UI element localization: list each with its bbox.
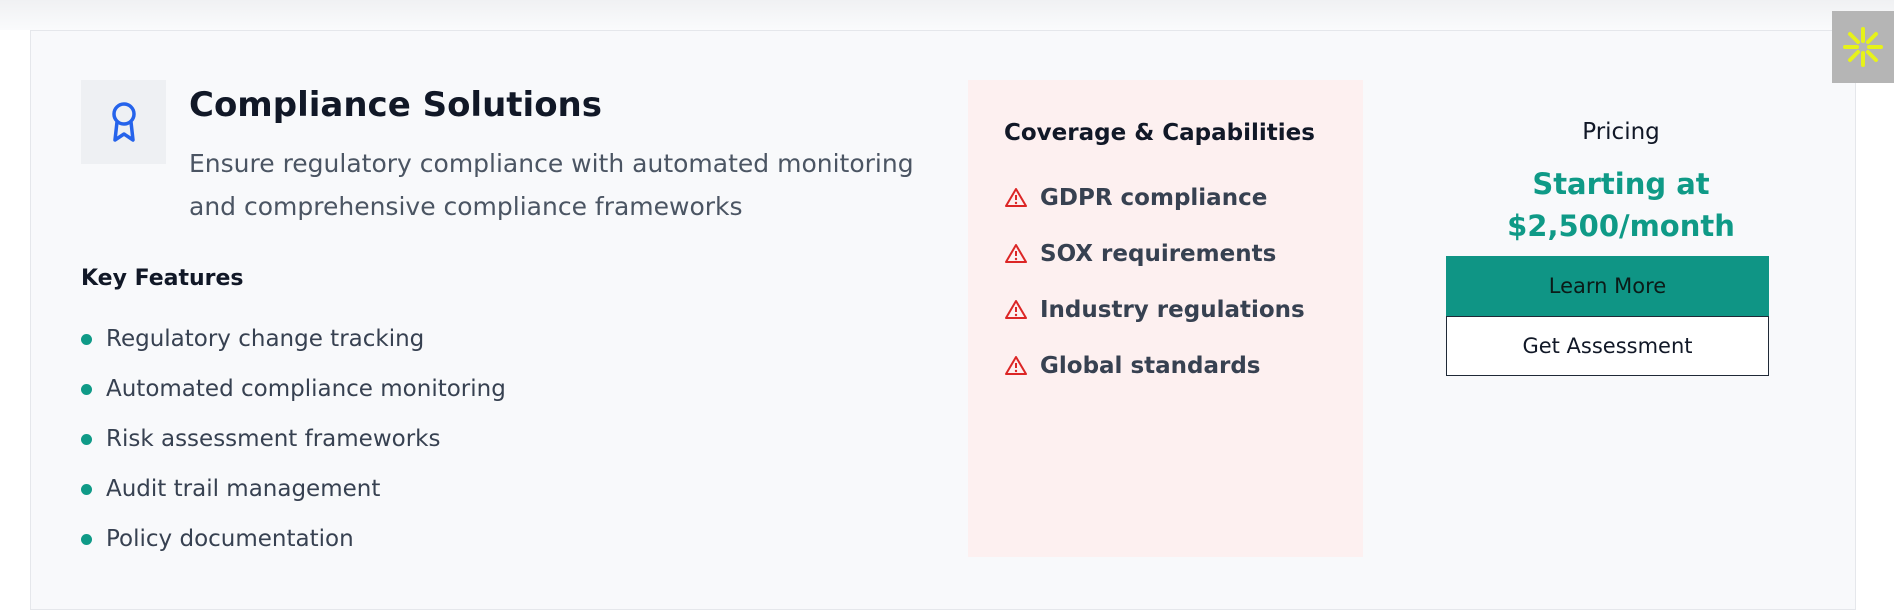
feature-label: Regulatory change tracking: [106, 326, 425, 352]
coverage-heading: Coverage & Capabilities: [1004, 120, 1315, 146]
coverage-item: GDPR compliance: [1004, 170, 1327, 226]
price-text: Starting at $2,500/month: [1431, 163, 1811, 247]
coverage-list: GDPR compliance SOX requirements Industr…: [1004, 170, 1327, 394]
warning-triangle-icon: [1005, 300, 1027, 319]
coverage-item: Global standards: [1004, 338, 1327, 394]
bullet-dot: [81, 433, 92, 445]
solution-title: Compliance Solutions: [189, 85, 602, 125]
feature-item: Policy documentation: [81, 514, 506, 564]
coverage-label: Industry regulations: [1040, 297, 1305, 323]
feature-label: Policy documentation: [106, 526, 354, 552]
solution-description: Ensure regulatory compliance with automa…: [189, 149, 914, 221]
key-features-list: Regulatory change tracking Automated com…: [81, 314, 506, 564]
pricing-section: Pricing Starting at $2,500/month: [1431, 119, 1811, 247]
feature-label: Automated compliance monitoring: [106, 376, 506, 402]
corner-widget[interactable]: [1832, 11, 1894, 83]
feature-item: Audit trail management: [81, 464, 506, 514]
bullet-dot: [81, 333, 92, 345]
learn-more-button[interactable]: Learn More: [1446, 256, 1769, 316]
warning-triangle-icon: [1005, 244, 1027, 263]
feature-item: Risk assessment frameworks: [81, 414, 506, 464]
asterisk-icon: [1843, 27, 1883, 67]
coverage-label: SOX requirements: [1040, 241, 1277, 267]
bullet-dot: [81, 533, 92, 545]
bullet-dot: [81, 383, 92, 395]
price-line-1: Starting at: [1532, 167, 1710, 201]
feature-label: Audit trail management: [106, 476, 381, 502]
price-line-2: $2,500/month: [1507, 209, 1735, 243]
coverage-panel: Coverage & Capabilities GDPR compliance …: [968, 80, 1363, 557]
bullet-dot: [81, 483, 92, 495]
coverage-label: Global standards: [1040, 353, 1261, 379]
coverage-label: GDPR compliance: [1040, 185, 1268, 211]
icon-tile: [81, 80, 166, 164]
warning-triangle-icon: [1005, 356, 1027, 375]
feature-label: Risk assessment frameworks: [106, 426, 441, 452]
key-features-heading: Key Features: [81, 266, 244, 291]
page-top-shadow: [0, 0, 1894, 30]
coverage-item: SOX requirements: [1004, 226, 1327, 282]
feature-item: Regulatory change tracking: [81, 314, 506, 364]
pricing-label: Pricing: [1582, 119, 1660, 145]
warning-triangle-icon: [1005, 188, 1027, 207]
award-ribbon-icon: [111, 102, 136, 142]
coverage-item: Industry regulations: [1004, 282, 1327, 338]
get-assessment-button[interactable]: Get Assessment: [1446, 316, 1769, 376]
feature-item: Automated compliance monitoring: [81, 364, 506, 414]
